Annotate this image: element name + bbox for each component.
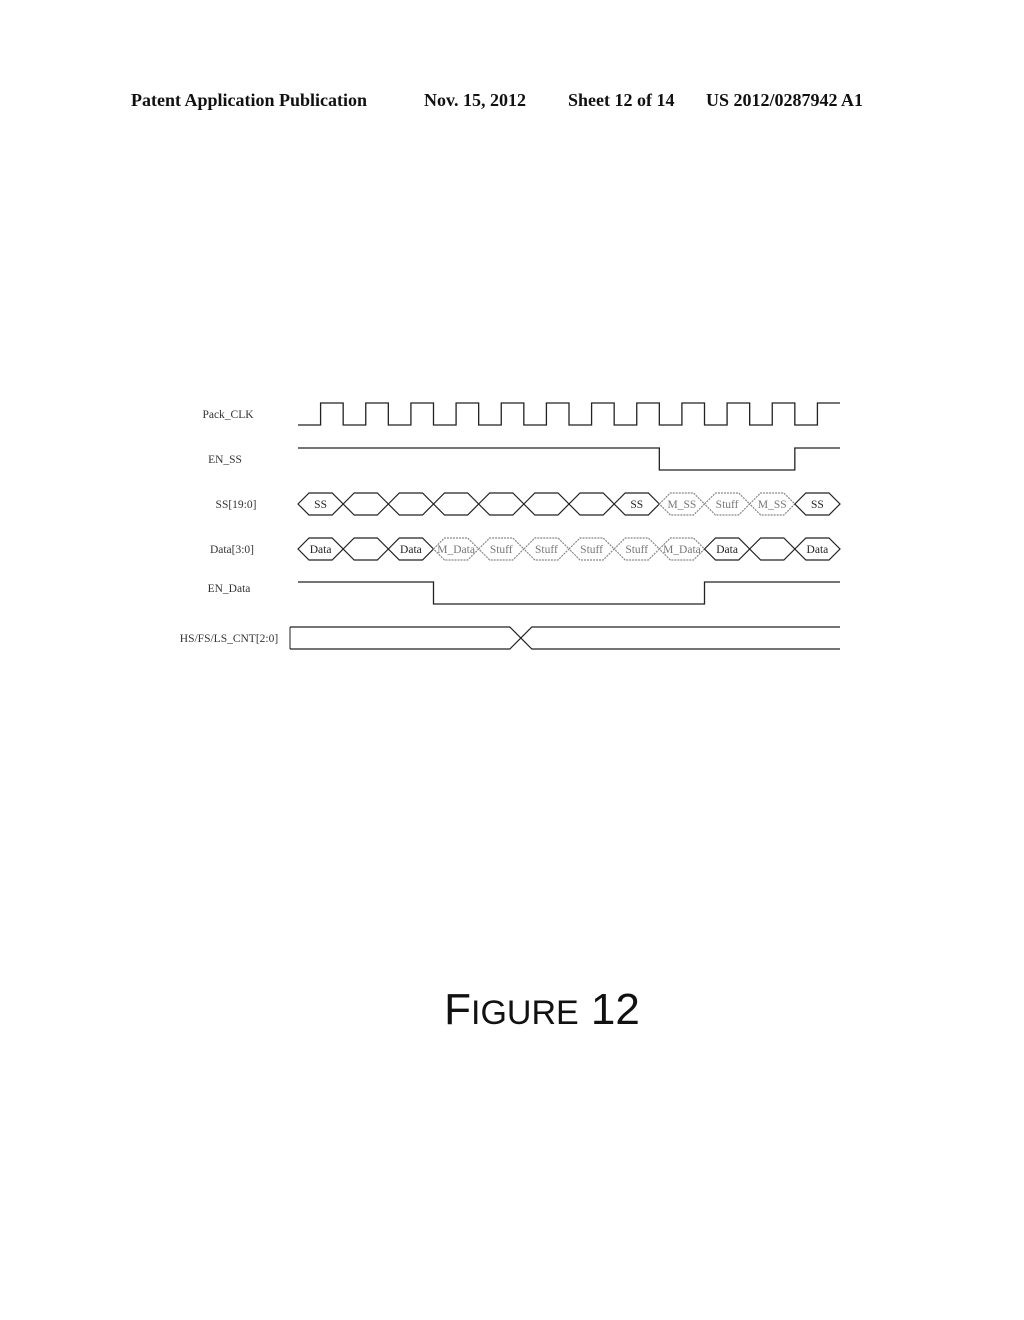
counter-waveform-lower xyxy=(290,626,840,650)
clock-waveform-pack-clk xyxy=(298,402,840,426)
signal-label-en-data: EN_Data xyxy=(208,583,251,595)
bus-segment-label: Stuff xyxy=(625,544,648,556)
bus-segment-label: Stuff xyxy=(535,544,558,556)
timing-diagram: Pack_CLK EN_SS SS[19:0] SS SS M_SS Stuff M_SS SS… xyxy=(180,402,841,650)
bus-segment-label: Stuff xyxy=(716,499,739,511)
counter-waveform-upper xyxy=(290,626,840,650)
bus-segment-label: SS xyxy=(630,499,643,511)
bus-segment xyxy=(342,492,390,516)
figure-caption: FIGURE 12 xyxy=(0,985,1024,1035)
digital-waveform-en-ss xyxy=(298,447,840,471)
caption-initial: F xyxy=(444,985,471,1034)
bus-segment-label: SS xyxy=(811,499,824,511)
bus-segment-label: Stuff xyxy=(490,544,513,556)
bus-segment xyxy=(748,537,796,561)
bus-segment-label: Stuff xyxy=(580,544,603,556)
bus-segment xyxy=(432,492,480,516)
bus-segment xyxy=(477,492,525,516)
bus-segment-label: M_Data xyxy=(663,544,701,556)
bus-segment xyxy=(522,492,570,516)
bus-segment-label: M_SS xyxy=(758,499,787,511)
signal-label-ss-19-0: SS[19:0] xyxy=(216,499,257,511)
bus-segment xyxy=(568,492,616,516)
signal-label-hs-fs-ls-cnt-2-0: HS/FS/LS_CNT[2:0] xyxy=(180,633,278,645)
bus-segment-label: Data xyxy=(807,544,829,556)
bus-segment-label: Data xyxy=(310,544,332,556)
digital-waveform-en-data xyxy=(298,581,840,605)
bus-segment-label: Data xyxy=(716,544,738,556)
bus-segment-label: M_SS xyxy=(668,499,697,511)
bus-segment-label: M_Data xyxy=(437,544,475,556)
signal-label-data-3-0: Data[3:0] xyxy=(210,544,254,556)
caption-word: IGURE xyxy=(471,994,579,1032)
bus-segment xyxy=(342,537,390,561)
signal-label-pack-clk: Pack_CLK xyxy=(202,409,254,421)
signal-label-en-ss: EN_SS xyxy=(208,454,242,466)
caption-number: 12 xyxy=(590,985,640,1034)
bus-segment-label: Data xyxy=(400,544,422,556)
bus-segment xyxy=(387,492,435,516)
bus-segment-label: SS xyxy=(314,499,327,511)
